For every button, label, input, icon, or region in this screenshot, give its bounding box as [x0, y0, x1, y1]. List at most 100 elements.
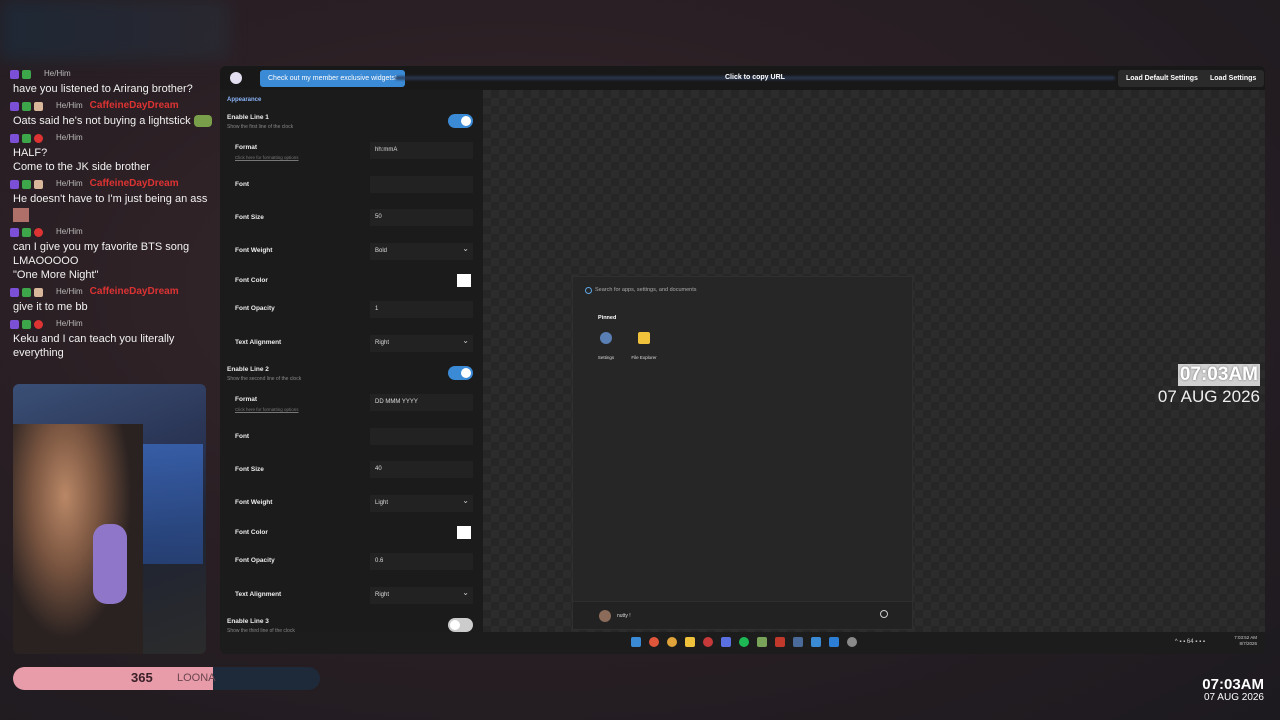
chat-username[interactable]: CaffeineDayDream — [90, 177, 179, 191]
line1-align-label: Text Alignment — [235, 339, 282, 346]
captured-screen: Check out my member exclusive widgets! C… — [220, 66, 1265, 654]
chat-username[interactable]: CaffeineDayDream — [90, 99, 179, 113]
line1-size-input[interactable]: 50 — [370, 209, 473, 226]
chat-message: He/Him can I give you my favorite BTS son… — [10, 224, 215, 282]
chat-message-meta: He/Him — [10, 224, 215, 240]
cup-badge-icon — [34, 287, 43, 297]
app-icon[interactable] — [793, 637, 803, 647]
line1-opacity-input[interactable]: 1 — [370, 301, 473, 318]
line2-opacity-input[interactable]: 0.6 — [370, 553, 473, 570]
line1-title: Enable Line 1 — [227, 114, 269, 121]
line1-size-label: Font Size — [235, 214, 264, 221]
line2-format-link[interactable]: Click here for formatting options — [235, 407, 299, 412]
start-menu: Search for apps, settings, and documents… — [572, 276, 913, 630]
chrome-canary-icon[interactable] — [667, 637, 677, 647]
copy-url-label[interactable]: Click to copy URL — [725, 74, 785, 81]
line1-font-input[interactable] — [370, 176, 473, 193]
user-name[interactable]: nutty ! — [617, 613, 631, 619]
taskbar: ^ ▪ ▪ 64 ▪ ▪ ▪ 7:03:52 AM 8/7/2026 — [220, 632, 1265, 654]
power-icon[interactable] — [880, 610, 888, 618]
background-blur — [0, 0, 230, 60]
green-badge-icon — [22, 133, 31, 143]
line2-align-label: Text Alignment — [235, 591, 282, 598]
line1-format-link[interactable]: Click here for formatting options — [235, 155, 299, 160]
chat-message: He/Him CaffeineDayDream He doesn't have to… — [10, 176, 215, 222]
line1-desc: Show the first line of the clock — [227, 124, 294, 130]
line1-align-select[interactable]: Right — [370, 335, 473, 352]
line2-color-swatch[interactable] — [457, 526, 471, 539]
pronoun-tag: He/Him — [56, 101, 83, 110]
pronoun-tag: He/Him — [56, 227, 83, 236]
line2-title: Enable Line 2 — [227, 366, 269, 373]
line1-weight-select[interactable]: Bold — [370, 243, 473, 260]
folder-icon[interactable] — [685, 637, 695, 647]
chat-message-meta: He/Him CaffeineDayDream — [10, 284, 215, 300]
chat-message: He/Him CaffeineDayDream Oats said he's not… — [10, 98, 215, 128]
gear-icon[interactable] — [847, 637, 857, 647]
app-icon[interactable] — [811, 637, 821, 647]
spotify-icon[interactable] — [739, 637, 749, 647]
cup-badge-icon — [34, 179, 43, 189]
vscode-icon[interactable] — [829, 637, 839, 647]
line2-desc: Show the second line of the clock — [227, 376, 302, 382]
purple-badge-icon — [10, 69, 19, 79]
chat-message-text: LMAOOOOO — [13, 255, 79, 267]
settings-panel: Appearance Enable Line 1 Show the first … — [220, 90, 483, 654]
avatar[interactable] — [599, 610, 611, 622]
purple-badge-icon — [10, 319, 19, 329]
chat-message-text: Oats said he's not buying a lightstick — [13, 115, 191, 127]
line2-format-input[interactable]: DD MMM YYYY — [370, 394, 473, 411]
pinned-app-settings[interactable]: Settings — [591, 332, 621, 364]
load-settings-button[interactable]: Load Settings — [1202, 70, 1265, 87]
app-icon[interactable] — [757, 637, 767, 647]
windows-start-icon[interactable] — [631, 637, 641, 647]
line1-font-label: Font — [235, 181, 250, 188]
load-default-settings-button[interactable]: Load Default Settings — [1118, 70, 1206, 87]
pronoun-tag: He/Him — [56, 287, 83, 296]
tray-clock[interactable]: 7:03:52 AM 8/7/2026 — [1234, 635, 1257, 647]
green-badge-icon — [22, 319, 31, 329]
app-icon[interactable] — [775, 637, 785, 647]
chat-message: He/Him Keku and I can teach you literally… — [10, 316, 215, 360]
preview-clock-time: 07:03AM — [1177, 364, 1260, 386]
chat-message-text: can I give you my favorite BTS song — [13, 241, 190, 253]
purple-badge-icon — [10, 287, 19, 297]
webcam-feed — [13, 384, 206, 654]
overlay-clock-time: 07:03AM — [1202, 676, 1264, 693]
line1-format-input[interactable]: hh:mmA — [370, 142, 473, 159]
chat-message-text: HALF? — [13, 147, 48, 159]
folder-icon — [638, 332, 650, 344]
line1-color-label: Font Color — [235, 277, 268, 284]
pinned-app-file-explorer[interactable]: File Explorer — [629, 332, 659, 364]
chat-panel: He/Him have you listened to Arirang broth… — [10, 66, 215, 362]
preview-clock-date: 07 AUG 2026 — [1157, 387, 1260, 406]
promo-button[interactable]: Check out my member exclusive widgets! — [260, 69, 405, 87]
emote-icon — [13, 208, 29, 222]
obs-icon[interactable] — [703, 637, 713, 647]
chat-message: He/Him CaffeineDayDream give it to me bb — [10, 284, 215, 314]
line2-toggle[interactable] — [448, 366, 473, 380]
app-topbar: Check out my member exclusive widgets! C… — [220, 66, 1265, 90]
line3-toggle[interactable] — [448, 618, 473, 632]
purple-badge-icon — [10, 227, 19, 237]
gear-icon — [600, 332, 612, 344]
chat-message-meta: He/Him CaffeineDayDream — [10, 98, 215, 114]
line2-font-input[interactable] — [370, 428, 473, 445]
pinned-heading: Pinned — [598, 315, 617, 321]
line2-size-input[interactable]: 40 — [370, 461, 473, 478]
purple-badge-icon — [10, 179, 19, 189]
goal-label: LOONA — [177, 672, 216, 684]
line1-color-swatch[interactable] — [457, 274, 471, 287]
chrome-icon[interactable] — [649, 637, 659, 647]
goal-count: 365 — [131, 670, 153, 685]
system-tray[interactable]: ^ ▪ ▪ 64 ▪ ▪ ▪ — [1175, 639, 1205, 645]
line1-toggle[interactable] — [448, 114, 473, 128]
section-appearance: Appearance — [227, 97, 262, 103]
line2-font-label: Font — [235, 433, 250, 440]
line2-weight-select[interactable]: Light — [370, 495, 473, 512]
app-icon[interactable] — [721, 637, 731, 647]
cross-badge-icon — [34, 133, 43, 143]
chat-username[interactable]: CaffeineDayDream — [90, 285, 179, 299]
line2-align-select[interactable]: Right — [370, 587, 473, 604]
start-search-input[interactable]: Search for apps, settings, and documents — [583, 283, 903, 297]
